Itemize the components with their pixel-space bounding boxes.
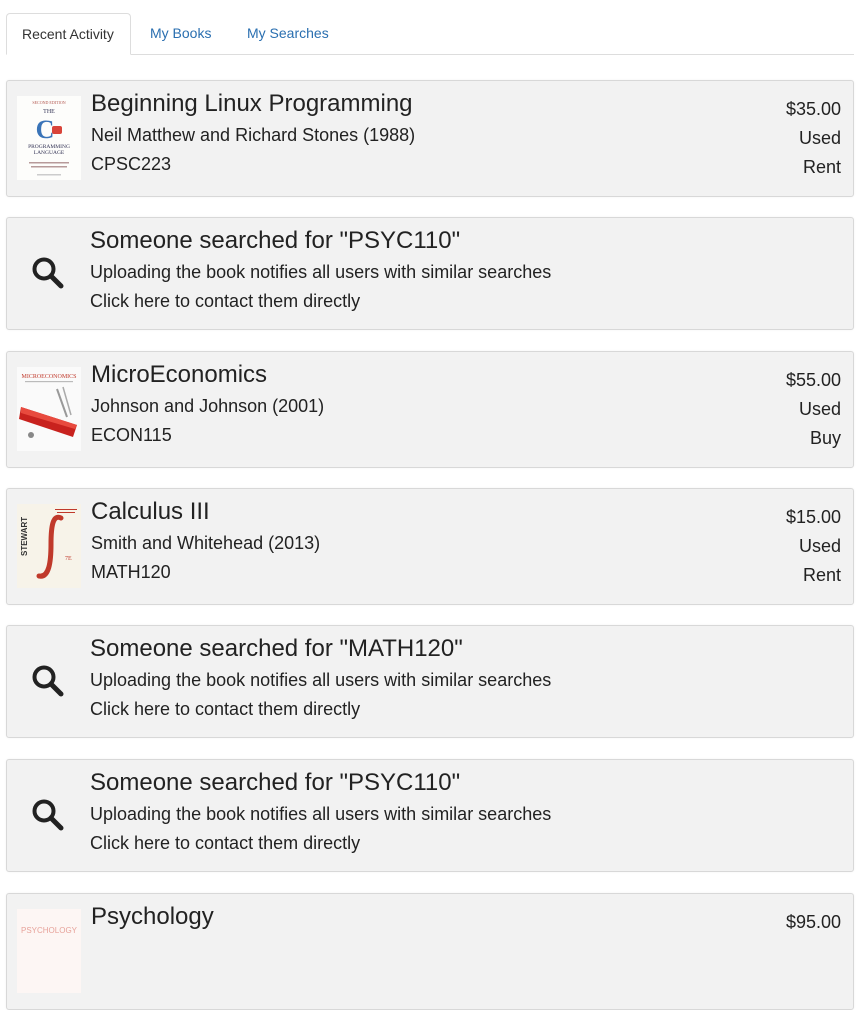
book-price: $15.00 — [785, 507, 841, 527]
book-card[interactable]: PSYCHOLOGY Psychology $95.00 — [6, 893, 854, 1010]
book-authors: Johnson and Johnson (2001) — [91, 396, 325, 416]
book-cover-image: SECOND EDITION THE C PROGRAMMING LANGUAG… — [17, 96, 81, 180]
search-notice-card[interactable]: Someone searched for "PSYC110" Uploading… — [6, 759, 854, 872]
search-notice-card[interactable]: Someone searched for "MATH120" Uploading… — [6, 625, 854, 738]
cover-edition-text: SECOND EDITION — [32, 100, 65, 105]
book-card[interactable]: STEWART 7E Calculus III Smith and Whiteh… — [6, 488, 854, 605]
search-notice-title: Someone searched for "MATH120" — [90, 635, 463, 662]
tab-bar: Recent Activity My Books My Searches — [6, 13, 854, 55]
book-authors: Neil Matthew and Richard Stones (1988) — [91, 125, 416, 145]
book-card[interactable]: MICROECONOMICS MicroEconomics Johnson an… — [6, 351, 854, 468]
book-price: $55.00 — [785, 370, 841, 390]
book-authors: Smith and Whitehead (2013) — [91, 533, 321, 553]
tab-my-searches[interactable]: My Searches — [232, 13, 344, 54]
cover-language-text: LANGUAGE — [34, 150, 65, 156]
book-course: CPSC223 — [91, 154, 172, 174]
contact-searchers-link[interactable]: Click here to contact them directly — [90, 699, 360, 720]
book-title[interactable]: Calculus III — [91, 498, 210, 526]
book-price: $35.00 — [785, 99, 841, 119]
search-notice-text: Uploading the book notifies all users wi… — [90, 670, 552, 690]
book-title[interactable]: MicroEconomics — [91, 361, 267, 389]
search-icon — [32, 799, 64, 831]
book-condition: Used — [798, 128, 841, 148]
cover-micro-text: MICROECONOMICS — [21, 374, 76, 380]
tab-recent-activity[interactable]: Recent Activity — [6, 13, 131, 55]
book-title[interactable]: Beginning Linux Programming — [91, 90, 413, 118]
book-offer-type: Rent — [802, 157, 841, 177]
book-course: ECON115 — [91, 425, 172, 445]
search-notice-text: Uploading the book notifies all users wi… — [90, 262, 552, 282]
book-cover-image: PSYCHOLOGY — [17, 909, 81, 993]
search-notice-card[interactable]: Someone searched for "PSYC110" Uploading… — [6, 217, 854, 330]
book-offer-type: Buy — [809, 428, 841, 448]
book-title[interactable]: Psychology — [91, 903, 214, 931]
search-notice-title: Someone searched for "PSYC110" — [90, 227, 461, 254]
book-condition: Used — [798, 399, 841, 419]
book-card[interactable]: SECOND EDITION THE C PROGRAMMING LANGUAG… — [6, 80, 854, 197]
search-notice-text: Uploading the book notifies all users wi… — [90, 804, 552, 824]
book-course: MATH120 — [91, 562, 171, 582]
search-icon — [32, 665, 64, 697]
cover-stewart-text: STEWART — [20, 517, 29, 556]
search-notice-title: Someone searched for "PSYC110" — [90, 769, 461, 796]
cover-c-letter: C — [36, 115, 55, 144]
contact-searchers-link[interactable]: Click here to contact them directly — [90, 833, 360, 854]
cover-edition-text: 7E — [65, 556, 72, 562]
tab-my-books[interactable]: My Books — [135, 13, 226, 54]
cover-psych-text: PSYCHOLOGY — [21, 926, 78, 935]
book-cover-image: MICROECONOMICS — [17, 367, 81, 451]
search-icon — [32, 257, 64, 289]
book-condition: Used — [798, 536, 841, 556]
contact-searchers-link[interactable]: Click here to contact them directly — [90, 291, 360, 312]
book-offer-type: Rent — [802, 565, 841, 585]
book-cover-image: STEWART 7E — [17, 504, 81, 588]
